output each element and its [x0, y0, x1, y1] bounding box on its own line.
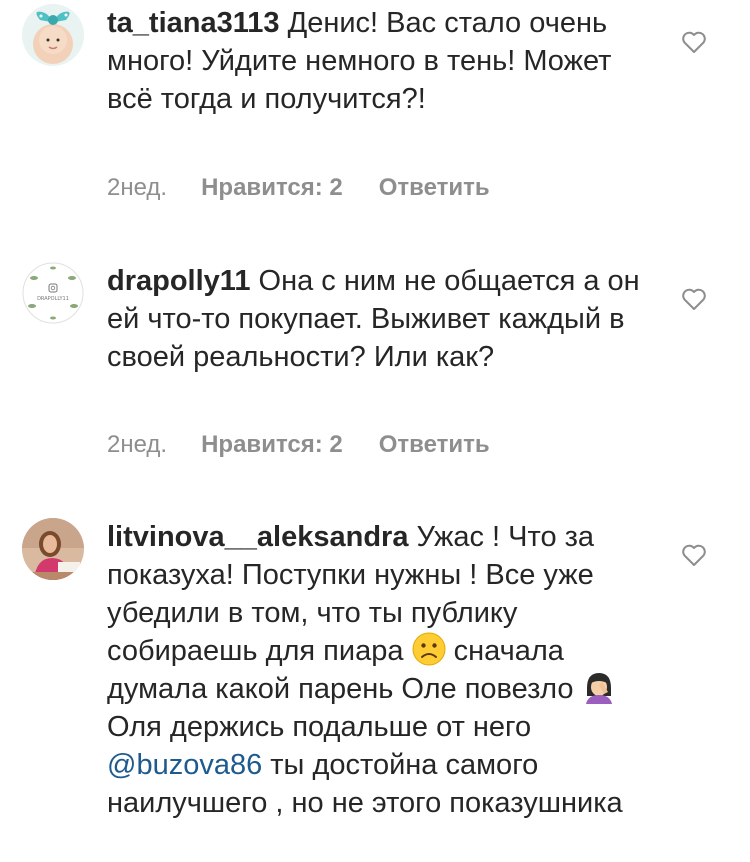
comment-text: drapolly11 Она с ним не общается а он ей…: [107, 262, 647, 376]
reply-button[interactable]: Ответить: [379, 431, 490, 459]
heart-outline-icon[interactable]: [681, 30, 707, 54]
heart-outline-icon[interactable]: [681, 543, 707, 567]
avatar[interactable]: [22, 518, 84, 580]
comment-text: litvinova__aleksandra Ужас ! Что за пока…: [107, 518, 647, 822]
comment-meta: 2нед. Нравится: 2 Ответить: [107, 174, 490, 202]
comment-text: ta_tiana3113 Денис! Вас стало очень мног…: [107, 4, 647, 118]
frowning-face-emoji: [412, 632, 446, 666]
mention-link[interactable]: @buzova86: [107, 749, 262, 781]
heart-outline-icon[interactable]: [681, 287, 707, 311]
username[interactable]: litvinova__aleksandra: [107, 521, 408, 553]
avatar[interactable]: DRAPOLLY11: [22, 262, 84, 324]
comment-time: 2нед.: [107, 431, 168, 458]
comment-time: 2нед.: [107, 174, 168, 201]
comment-meta: 2нед. Нравится: 2 Ответить: [107, 431, 490, 459]
comment-body-3: Оля держись подальше от него: [107, 711, 532, 743]
username[interactable]: ta_tiana3113: [107, 7, 280, 39]
woman-facepalming-emoji: [585, 673, 612, 704]
username[interactable]: drapolly11: [107, 265, 250, 297]
avatar-label: DRAPOLLY11: [37, 296, 69, 302]
likes-count[interactable]: Нравится: 2: [201, 431, 343, 459]
avatar[interactable]: [22, 4, 84, 66]
reply-button[interactable]: Ответить: [379, 174, 490, 202]
likes-count[interactable]: Нравится: 2: [201, 174, 343, 202]
